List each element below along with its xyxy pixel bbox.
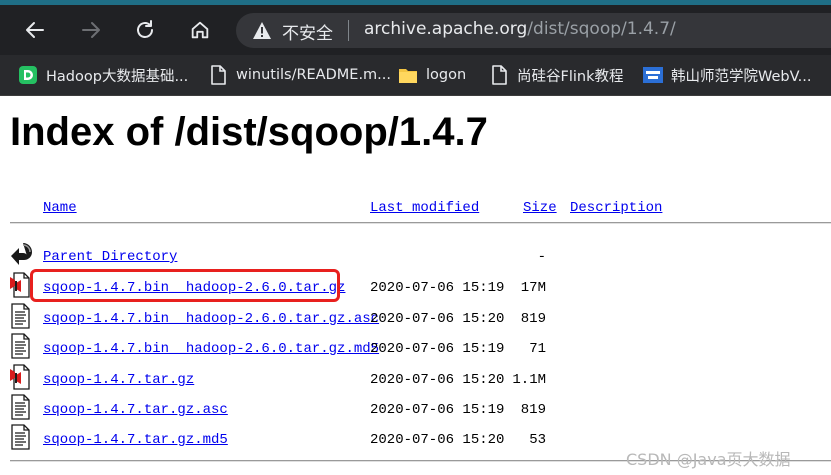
- arrow-left-icon: [26, 22, 44, 38]
- bookmark-label: logon: [426, 67, 467, 83]
- file-link[interactable]: sqoop-1.4.7.bin__hadoop-2.6.0.tar.gz.asc: [43, 311, 379, 327]
- url-host: archive.apache.org: [364, 19, 528, 39]
- bookmark-label: Hadoop大数据基础...: [46, 68, 189, 85]
- archive-file-icon: [10, 272, 30, 298]
- page-content: Index of /dist/sqoop/1.4.7 Name Last mod…: [0, 96, 831, 475]
- file-size: 71: [529, 341, 546, 357]
- file-link[interactable]: sqoop-1.4.7.tar.gz.asc: [43, 402, 228, 418]
- bookmark-label: 尚硅谷Flink教程: [517, 68, 624, 85]
- bookmark-flink[interactable]: 尚硅谷Flink教程: [489, 63, 623, 87]
- file-date: 2020-07-06 15:19: [370, 402, 505, 418]
- column-header-name[interactable]: Name: [43, 200, 77, 216]
- warning-icon[interactable]: [252, 21, 272, 40]
- back-arrow-icon: [11, 243, 32, 265]
- address-separator: [348, 20, 349, 41]
- text-file-icon: [11, 394, 30, 420]
- file-size: 17M: [520, 280, 546, 296]
- browser-toolbar: 不安全 archive.apache.org/dist/sqoop/1.4.7/: [0, 5, 831, 55]
- column-header-description[interactable]: Description: [570, 200, 662, 216]
- highlight-annotation-box: [30, 269, 340, 302]
- parent-directory-row: Parent Directory -: [0, 241, 831, 271]
- column-header-size[interactable]: Size: [523, 200, 557, 216]
- bookmark-label: 韩山师范学院WebV...: [671, 68, 812, 85]
- file-row: sqoop-1.4.7.bin__hadoop-2.6.0.tar.gz.md5…: [0, 333, 831, 363]
- bookmarks-bar: Hadoop大数据基础... winutils/README.m... logo…: [0, 55, 831, 96]
- file-date: 2020-07-06 15:19: [370, 280, 505, 296]
- file-size: 53: [529, 432, 546, 448]
- parent-size: -: [537, 249, 546, 265]
- address-bar[interactable]: 不安全 archive.apache.org/dist/sqoop/1.4.7/: [236, 13, 831, 48]
- url-text[interactable]: archive.apache.org/dist/sqoop/1.4.7/: [364, 19, 676, 39]
- file-link[interactable]: sqoop-1.4.7.bin__hadoop-2.6.0.tar.gz.md5: [43, 341, 379, 357]
- forward-button[interactable]: [76, 15, 106, 45]
- reload-icon: [137, 20, 153, 38]
- bookmark-hadoop[interactable]: Hadoop大数据基础...: [18, 63, 188, 87]
- file-row: sqoop-1.4.7.bin__hadoop-2.6.0.tar.gz.asc…: [0, 303, 831, 333]
- file-link[interactable]: sqoop-1.4.7.tar.gz.md5: [43, 432, 228, 448]
- url-path: /dist/sqoop/1.4.7/: [527, 19, 676, 39]
- header-divider: [10, 222, 831, 224]
- folder-icon: [398, 65, 418, 85]
- security-status-label[interactable]: 不安全: [282, 19, 333, 44]
- bookmark-winutils[interactable]: winutils/README.m...: [208, 63, 391, 87]
- bookmark-label: winutils/README.m...: [236, 67, 392, 83]
- school-logo-icon: [643, 65, 663, 85]
- column-header-last-modified[interactable]: Last modified: [370, 200, 479, 216]
- arrow-right-icon: [82, 22, 100, 38]
- hadoop-leaf-icon: [18, 65, 38, 85]
- text-file-icon: [11, 303, 30, 329]
- file-date: 2020-07-06 15:19: [370, 341, 505, 357]
- home-button[interactable]: [185, 15, 215, 45]
- file-link[interactable]: sqoop-1.4.7.tar.gz: [43, 372, 194, 388]
- bookmark-logon[interactable]: logon: [398, 63, 466, 87]
- bookmark-hanshan[interactable]: 韩山师范学院WebV...: [643, 63, 812, 87]
- file-row: sqoop-1.4.7.tar.gz 2020-07-06 15:20 1.1M: [0, 364, 831, 394]
- page-icon: [208, 65, 228, 85]
- file-size: 819: [520, 311, 546, 327]
- file-row: sqoop-1.4.7.tar.gz.asc 2020-07-06 15:19 …: [0, 394, 831, 424]
- file-size: 819: [520, 402, 546, 418]
- file-date: 2020-07-06 15:20: [370, 432, 505, 448]
- text-file-icon: [11, 333, 30, 359]
- text-file-icon: [11, 424, 30, 450]
- back-button[interactable]: [20, 15, 50, 45]
- file-date: 2020-07-06 15:20: [370, 372, 505, 388]
- archive-file-icon: [10, 364, 30, 390]
- home-icon: [191, 21, 209, 39]
- file-size: 1.1M: [512, 372, 546, 388]
- page-icon: [489, 65, 509, 85]
- file-date: 2020-07-06 15:20: [370, 311, 505, 327]
- watermark: CSDN @Java页大数据: [626, 450, 791, 469]
- parent-directory-link[interactable]: Parent Directory: [43, 249, 177, 265]
- page-title: Index of /dist/sqoop/1.4.7: [10, 110, 488, 154]
- reload-button[interactable]: [130, 15, 160, 45]
